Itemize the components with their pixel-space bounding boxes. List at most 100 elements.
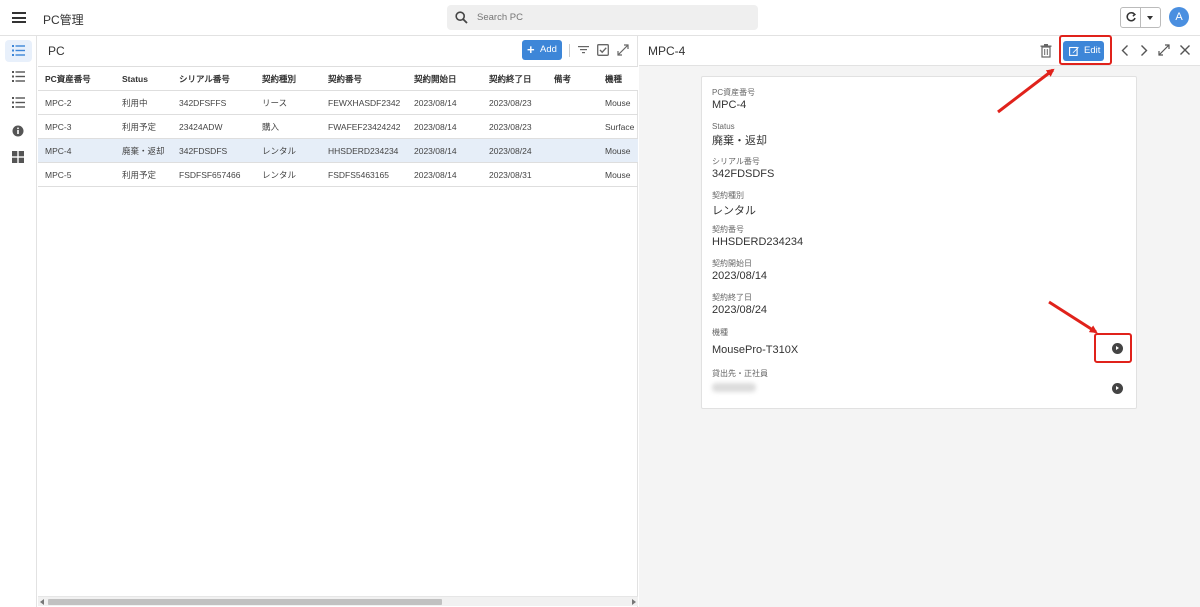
field-asset-number: PC資産番号 MPC-4 bbox=[712, 88, 756, 111]
redacted-value bbox=[712, 383, 756, 392]
sync-button[interactable] bbox=[1121, 8, 1141, 27]
cell: Surface bbox=[598, 114, 638, 139]
sync-dropdown-button[interactable] bbox=[1141, 8, 1160, 27]
scrollbar-thumb[interactable] bbox=[48, 599, 442, 605]
menu-icon[interactable] bbox=[12, 12, 26, 23]
column-header[interactable]: シリアル番号 bbox=[172, 66, 255, 91]
detail-pane: MPC-4 Edit PC資産番号 MPC-4 Status 廃棄・返却 シリア… bbox=[639, 36, 1200, 607]
expand-icon[interactable] bbox=[1158, 44, 1170, 56]
info-icon bbox=[12, 125, 24, 137]
avatar[interactable]: A bbox=[1169, 7, 1189, 27]
list-icon bbox=[12, 71, 25, 82]
cell: FWAFEF23424242 bbox=[321, 114, 407, 139]
cell: 利用中 bbox=[115, 90, 172, 115]
cell bbox=[547, 162, 598, 187]
detail-title: MPC-4 bbox=[648, 44, 686, 58]
field-contract-type: 契約種別 レンタル bbox=[712, 191, 756, 217]
cell: HHSDERD234234 bbox=[321, 138, 407, 163]
scroll-right-icon[interactable] bbox=[632, 599, 636, 605]
cell: Mouse bbox=[598, 90, 638, 115]
search-box[interactable] bbox=[447, 5, 758, 30]
rail-item-list-2[interactable] bbox=[5, 66, 32, 88]
pc-table: PC資産番号 Status シリアル番号 契約種別 契約番号 契約開始日 契約終… bbox=[38, 66, 638, 187]
cell: 廃棄・返却 bbox=[115, 138, 172, 163]
add-button[interactable]: + Add bbox=[522, 40, 562, 60]
field-status: Status 廃棄・返却 bbox=[712, 122, 767, 147]
list-pane: PC + Add PC資産番号 Status シリアル番号 契約種別 契約番号 … bbox=[38, 36, 638, 607]
cell: MPC-4 bbox=[38, 138, 115, 163]
rail-item-list-1[interactable] bbox=[5, 40, 32, 62]
cell: MPC-3 bbox=[38, 114, 115, 139]
app-title: PC管理 bbox=[43, 13, 84, 27]
cell: MPC-5 bbox=[38, 162, 115, 187]
checkbox-icon[interactable] bbox=[597, 44, 609, 56]
cell: 2023/08/14 bbox=[407, 162, 482, 187]
cell: 2023/08/23 bbox=[482, 114, 547, 139]
cell: 2023/08/24 bbox=[482, 138, 547, 163]
cell: 2023/08/31 bbox=[482, 162, 547, 187]
rail-item-dashboard[interactable] bbox=[5, 146, 32, 168]
column-header[interactable]: 契約終了日 bbox=[482, 66, 547, 91]
search-input[interactable] bbox=[477, 9, 747, 26]
close-icon[interactable] bbox=[1179, 44, 1191, 56]
cell: 2023/08/14 bbox=[407, 138, 482, 163]
list-icon bbox=[12, 97, 25, 108]
field-contract-end: 契約終了日 2023/08/24 bbox=[712, 293, 768, 316]
cell: 利用予定 bbox=[115, 114, 172, 139]
cell: リース bbox=[255, 90, 321, 115]
field-model: 機種 MousePro-T310X bbox=[712, 328, 799, 356]
column-header[interactable]: 契約種別 bbox=[255, 66, 321, 91]
cell: 2023/08/14 bbox=[407, 90, 482, 115]
highlight-box bbox=[1059, 35, 1112, 65]
cell: FEWXHASDF2342 bbox=[321, 90, 407, 115]
field-lent-to: 貸出先・正社員 bbox=[712, 368, 768, 395]
chevron-left-icon[interactable] bbox=[1120, 44, 1130, 57]
cell: 23424ADW bbox=[172, 114, 255, 139]
rail-item-info[interactable] bbox=[5, 120, 32, 142]
plus-icon: + bbox=[527, 42, 535, 57]
cell: Mouse bbox=[598, 138, 638, 163]
top-bar: PC管理 A bbox=[0, 0, 1200, 36]
detail-header: MPC-4 Edit bbox=[639, 36, 1200, 66]
list-icon bbox=[12, 45, 25, 56]
highlight-box bbox=[1094, 333, 1132, 363]
column-header[interactable]: Status bbox=[115, 66, 172, 91]
field-contract-number: 契約番号 HHSDERD234234 bbox=[712, 225, 804, 248]
field-serial-number: シリアル番号 342FDSDFS bbox=[712, 157, 775, 180]
cell: 2023/08/23 bbox=[482, 90, 547, 115]
cell bbox=[547, 90, 598, 115]
column-header[interactable]: 機種 bbox=[598, 66, 638, 91]
column-header[interactable]: 契約番号 bbox=[321, 66, 407, 91]
rail-item-list-3[interactable] bbox=[5, 92, 32, 114]
cell: レンタル bbox=[255, 138, 321, 163]
cell: 342DFSFFS bbox=[172, 90, 255, 115]
sync-control bbox=[1120, 7, 1161, 28]
list-header: PC + Add bbox=[38, 36, 638, 66]
chevron-right-icon[interactable] bbox=[1139, 44, 1149, 57]
lent-to-link-button[interactable] bbox=[1112, 383, 1123, 394]
cell: 342FDSDFS bbox=[172, 138, 255, 163]
list-title: PC bbox=[48, 44, 65, 58]
filter-icon[interactable] bbox=[578, 44, 589, 55]
grid-icon bbox=[12, 151, 24, 163]
left-rail bbox=[0, 36, 37, 607]
cell: Mouse bbox=[598, 162, 638, 187]
trash-icon[interactable] bbox=[1037, 42, 1055, 60]
horizontal-scrollbar[interactable] bbox=[38, 596, 638, 606]
column-header[interactable]: 備考 bbox=[547, 66, 598, 91]
detail-card: PC資産番号 MPC-4 Status 廃棄・返却 シリアル番号 342FDSD… bbox=[701, 76, 1137, 409]
column-header[interactable]: 契約開始日 bbox=[407, 66, 482, 91]
cell: FSDFS5463165 bbox=[321, 162, 407, 187]
table-row[interactable]: MPC-3 利用予定 23424ADW 購入 FWAFEF23424242 20… bbox=[38, 114, 638, 139]
sync-icon bbox=[1126, 11, 1137, 22]
scroll-left-icon[interactable] bbox=[40, 599, 44, 605]
toolbar-divider bbox=[569, 44, 570, 57]
cell: 利用予定 bbox=[115, 162, 172, 187]
cell: 2023/08/14 bbox=[407, 114, 482, 139]
cell bbox=[547, 114, 598, 139]
expand-icon[interactable] bbox=[617, 44, 629, 56]
table-row-selected[interactable]: MPC-4 廃棄・返却 342FDSDFS レンタル HHSDERD234234… bbox=[38, 138, 638, 163]
table-row[interactable]: MPC-5 利用予定 FSDFSF657466 レンタル FSDFS546316… bbox=[38, 162, 638, 187]
column-header[interactable]: PC資産番号 bbox=[38, 66, 115, 91]
table-row[interactable]: MPC-2 利用中 342DFSFFS リース FEWXHASDF2342 20… bbox=[38, 90, 638, 115]
